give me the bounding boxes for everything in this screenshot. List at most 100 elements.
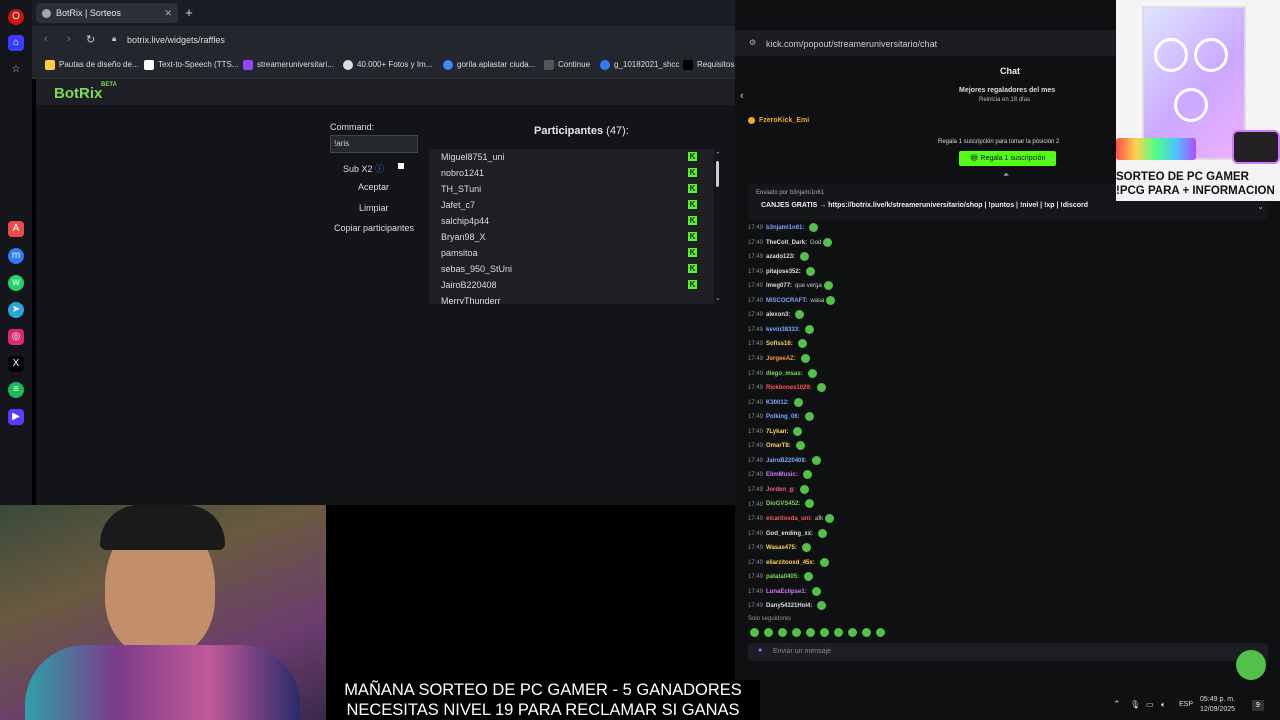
collapse-icon[interactable]: ⏶ — [1003, 170, 1009, 180]
reload-icon[interactable]: ↻ — [86, 33, 95, 46]
participants-scrollbar[interactable]: ⌃ ⌄ — [715, 149, 723, 304]
botrix-header: BotRix BETA — [36, 79, 735, 105]
emote-icon[interactable] — [820, 628, 829, 637]
message-username[interactable]: ElimMusic: — [766, 472, 798, 478]
message-username[interactable]: Dany54321Hol4: — [766, 603, 812, 609]
message-username[interactable]: K30012: — [766, 400, 789, 406]
star-icon[interactable]: ☆ — [8, 62, 24, 78]
emote-icon[interactable] — [834, 628, 843, 637]
message-username[interactable]: b3njami1n61: — [766, 225, 804, 231]
chevron-left-icon[interactable]: ‹ — [740, 90, 744, 102]
site-info-icon[interactable]: ⚙︎ — [749, 38, 756, 47]
app-icon[interactable]: A — [8, 221, 24, 237]
chat-message: 17:49 pitajose352: — [748, 266, 815, 276]
notification-badge[interactable]: 9 — [1252, 700, 1264, 711]
gift-subscription-button[interactable]: 🎁︎ Regala 1 suscripción — [959, 151, 1056, 166]
message-username[interactable]: Jorden_g: — [766, 487, 795, 493]
kick-url[interactable]: kick.com/popout/streameruniversitario/ch… — [766, 39, 937, 49]
emote-icon[interactable] — [764, 628, 773, 637]
chat-message: 17:49 LunaEclipse1: — [748, 586, 821, 596]
message-username[interactable]: God_ending_xx: — [766, 531, 813, 537]
emote-picker-icon[interactable]: ● — [758, 647, 762, 654]
message-username[interactable]: Wasas475: — [766, 545, 797, 551]
whatsapp-icon[interactable]: w — [8, 275, 24, 291]
message-username[interactable]: JorgeeAZ: — [766, 356, 796, 362]
telegram-icon[interactable]: ➤ — [8, 302, 24, 318]
new-tab-button[interactable]: + — [182, 6, 196, 20]
message-username[interactable]: Polking_06: — [766, 414, 800, 420]
message-username[interactable]: OmarT8: — [766, 443, 791, 449]
accept-button[interactable]: Aceptar — [358, 182, 389, 192]
forward-icon[interactable]: › — [67, 33, 71, 45]
scrollbar-thumb[interactable] — [716, 161, 719, 187]
clear-button[interactable]: Limpiar — [359, 203, 389, 213]
botrix-logo[interactable]: BotRix — [54, 85, 102, 102]
spotify-icon[interactable]: ≡ — [8, 382, 24, 398]
emote-icon[interactable] — [778, 628, 787, 637]
bookmark-item[interactable]: Pautas de diseño de... — [45, 60, 139, 70]
message-username[interactable]: DioGVS452: — [766, 502, 800, 508]
message-username[interactable]: JairoB220408: — [766, 458, 807, 464]
x-icon[interactable]: X — [8, 356, 24, 372]
message-username[interactable]: kevin38333: — [766, 327, 800, 333]
back-icon[interactable]: ‹ — [44, 33, 48, 45]
chevron-down-icon[interactable]: ⌄ — [1257, 202, 1264, 211]
bookmark-item[interactable]: g_10182021_shcc — [600, 60, 679, 70]
command-input[interactable]: !aris — [330, 135, 418, 153]
home-icon[interactable]: ⌂ — [8, 35, 24, 51]
emote-icon[interactable] — [792, 628, 801, 637]
url-field[interactable]: botrix.live/widgets/raffles — [127, 35, 225, 45]
emote-icon — [795, 310, 805, 320]
emote-icon — [800, 353, 810, 363]
bookmark-item[interactable]: Text-to-Speech (TTS... — [144, 60, 238, 70]
volume-icon[interactable]: 🔈︎ — [1161, 700, 1166, 710]
message-username[interactable]: TheColt_Dark: — [766, 240, 807, 246]
chat-input[interactable]: ● Enviar un mensaje — [748, 643, 1268, 661]
emote-icon[interactable] — [750, 628, 759, 637]
copy-participants-button[interactable]: Copiar participantes — [334, 223, 414, 233]
message-text: wasa — [810, 297, 825, 304]
participants-list[interactable]: Miguel8751_uni K nobro1241 K TH_STuni K … — [429, 149, 714, 304]
message-username[interactable]: LunaEclipse1: — [766, 589, 807, 595]
emote-bar — [750, 628, 890, 638]
emote-icon[interactable] — [848, 628, 857, 637]
close-icon[interactable]: ✕ — [164, 3, 172, 23]
message-username[interactable]: 7Lykan: — [766, 429, 788, 435]
message-username[interactable]: pitajose352: — [766, 269, 801, 275]
message-username[interactable]: Rickbones1029: — [766, 385, 812, 391]
top-gifter[interactable]: FzeroKick_Emi — [759, 117, 809, 124]
instagram-icon[interactable]: ◎ — [8, 329, 24, 345]
bookmark-item[interactable]: Continue — [544, 60, 590, 70]
message-username[interactable]: eliarzitooxd_45x: — [766, 560, 815, 566]
messenger-icon[interactable]: m — [8, 248, 24, 264]
chat-message: 17:49 TheColt_Dark: God — [748, 237, 833, 247]
bookmark-item[interactable]: 40.000+ Fotos y Im... — [343, 60, 432, 70]
emote-icon[interactable] — [862, 628, 871, 637]
message-username[interactable]: lmeg077: — [766, 283, 792, 289]
bookmark-item[interactable]: streameruniversitari... — [243, 60, 334, 70]
pinned-text[interactable]: CANJES GRATIS → https://botrix.live/k/st… — [761, 202, 1088, 209]
tab-botrix[interactable]: BotRix | Sorteos ✕ — [36, 3, 178, 23]
microphone-icon[interactable]: 🎙︎ — [1130, 700, 1140, 709]
chevron-up-icon[interactable]: ⌃ — [715, 151, 721, 159]
emote-icon[interactable] — [876, 628, 885, 637]
player-icon[interactable]: ▶ — [8, 409, 24, 425]
message-username[interactable]: patata0405: — [766, 574, 799, 580]
message-username[interactable]: Sofiss16: — [766, 341, 793, 347]
chat-message: 17:49 Sofiss16: — [748, 339, 807, 349]
chevron-up-icon[interactable]: ⌃ — [1113, 699, 1121, 710]
message-username[interactable]: azado123: — [766, 254, 795, 260]
sub-x2-checkbox[interactable] — [398, 163, 404, 169]
opera-logo-icon[interactable]: O — [8, 9, 24, 25]
bookmark-item[interactable]: Requisitos — [683, 60, 734, 70]
message-username[interactable]: alexon3: — [766, 312, 790, 318]
clock[interactable]: 05:49 p. m. 12/09/2025 — [1200, 695, 1235, 715]
message-username[interactable]: diego_msas: — [766, 371, 803, 377]
chevron-down-icon[interactable]: ⌄ — [715, 294, 721, 302]
message-username[interactable]: MISCOCRAFT: — [766, 298, 807, 304]
bookmark-item[interactable]: gorila aplastar ciuda... — [443, 60, 535, 70]
message-username[interactable]: elcaritosda_uni: — [766, 516, 812, 522]
network-icon[interactable]: ▭ — [1146, 700, 1154, 709]
emote-icon[interactable] — [806, 628, 815, 637]
language-indicator[interactable]: ESP — [1179, 701, 1193, 708]
